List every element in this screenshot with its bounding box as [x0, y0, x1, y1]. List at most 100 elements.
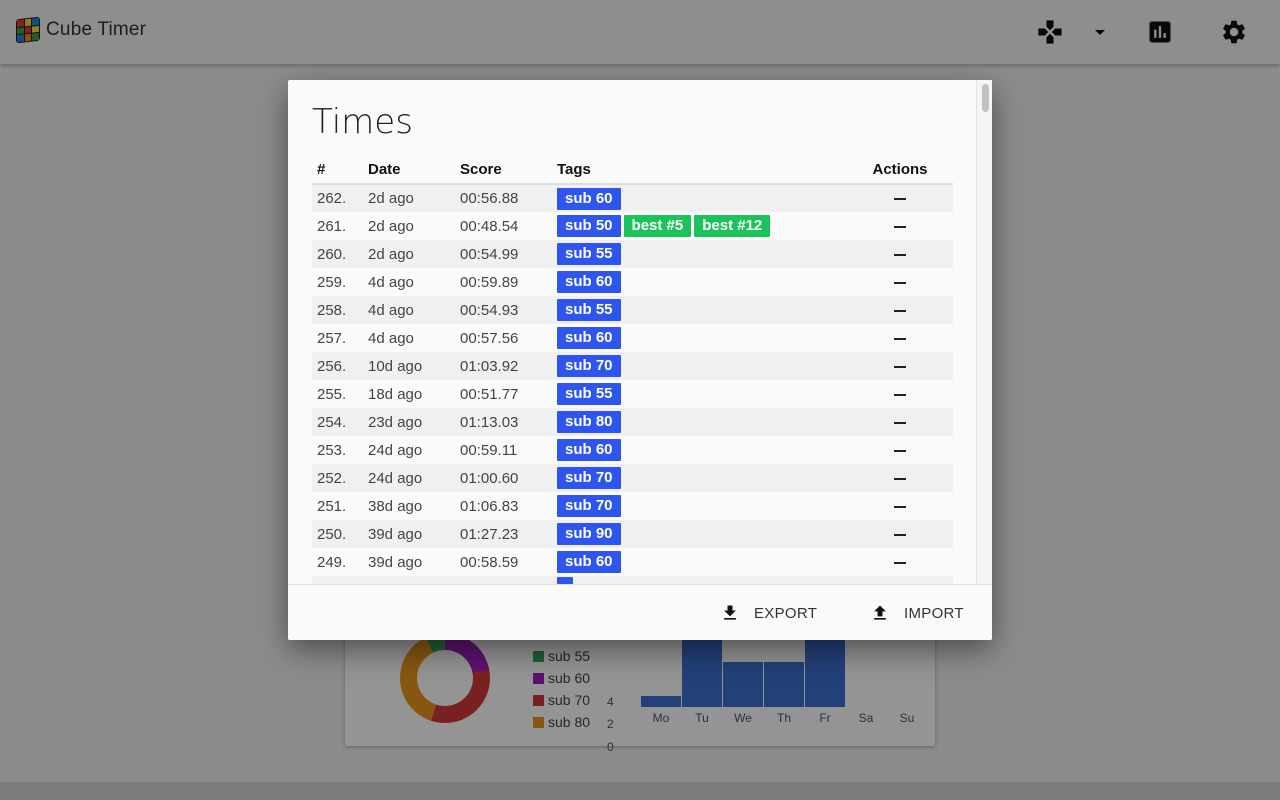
row-date: 10d ago	[368, 352, 460, 380]
table-row: 258. 4d ago 00:54.93 sub 55	[312, 296, 953, 324]
sub-tag-badge: sub 55	[557, 243, 621, 265]
upload-icon	[874, 605, 886, 620]
table-row: 249. 39d ago 00:58.59 sub 60	[312, 548, 953, 576]
row-tags: sub 60	[557, 436, 847, 464]
row-actions	[847, 296, 953, 324]
table-row: 250. 39d ago 01:27.23 sub 90	[312, 520, 953, 548]
row-action-dash[interactable]	[894, 198, 906, 201]
row-date: 23d ago	[368, 408, 460, 436]
row-number	[312, 576, 368, 584]
row-actions	[847, 548, 953, 576]
row-action-dash[interactable]	[894, 561, 906, 564]
row-tags: sub 50 best #5 best #12	[557, 212, 847, 240]
row-tags: sub 70	[557, 464, 847, 492]
times-dialog: Times # Date Score Tags Actions 262. 2d a…	[288, 80, 992, 640]
times-table-wrap[interactable]: # Date Score Tags Actions 262. 2d ago 00:5…	[312, 156, 953, 584]
sub-tag-badge: sub 60	[557, 271, 621, 293]
table-header-row: # Date Score Tags Actions	[312, 156, 953, 185]
row-action-dash[interactable]	[894, 477, 906, 480]
sub-tag-badge: sub 60	[557, 551, 621, 573]
row-number: 262.	[312, 184, 368, 212]
row-number: 249.	[312, 548, 368, 576]
row-score: 01:03.92	[460, 352, 557, 380]
export-button[interactable]: EXPORT	[720, 599, 817, 627]
row-action-dash[interactable]	[894, 393, 906, 396]
row-date	[368, 576, 460, 584]
table-row: 251. 38d ago 01:06.83 sub 70	[312, 492, 953, 520]
dialog-scrollbar[interactable]	[976, 80, 992, 584]
row-action-dash[interactable]	[894, 309, 906, 312]
row-action-dash[interactable]	[894, 281, 906, 284]
table-row: 259. 4d ago 00:59.89 sub 60	[312, 268, 953, 296]
row-actions	[847, 240, 953, 268]
col-header-score: Score	[460, 156, 557, 185]
row-score: 00:48.54	[460, 212, 557, 240]
row-number: 259.	[312, 268, 368, 296]
row-action-dash[interactable]	[894, 449, 906, 452]
row-action-dash[interactable]	[894, 533, 906, 536]
row-tags: sub 55	[557, 380, 847, 408]
row-action-dash[interactable]	[894, 225, 906, 228]
row-number: 256.	[312, 352, 368, 380]
table-row: 255. 18d ago 00:51.77 sub 55	[312, 380, 953, 408]
row-actions	[847, 352, 953, 380]
table-row: 261. 2d ago 00:48.54 sub 50 best #5 best #12	[312, 212, 953, 240]
table-row: 254. 23d ago 01:13.03 sub 80	[312, 408, 953, 436]
row-action-dash[interactable]	[894, 505, 906, 508]
row-actions	[847, 576, 953, 584]
row-tags: sub 70	[557, 352, 847, 380]
sub-tag-badge: sub 50	[557, 215, 621, 237]
row-action-dash[interactable]	[894, 337, 906, 340]
row-number: 251.	[312, 492, 368, 520]
row-actions	[847, 324, 953, 352]
sub-tag-badge: sub 55	[557, 299, 621, 321]
import-button[interactable]: IMPORT	[870, 599, 964, 627]
row-number: 253.	[312, 436, 368, 464]
row-score: 00:59.89	[460, 268, 557, 296]
row-date: 4d ago	[368, 268, 460, 296]
row-score: 01:00.60	[460, 464, 557, 492]
row-number: 254.	[312, 408, 368, 436]
row-date: 39d ago	[368, 520, 460, 548]
bottom-strip	[0, 782, 1280, 800]
import-label: IMPORT	[904, 604, 964, 622]
row-date: 2d ago	[368, 184, 460, 212]
row-actions	[847, 380, 953, 408]
row-score: 01:27.23	[460, 520, 557, 548]
row-number: 260.	[312, 240, 368, 268]
row-number: 258.	[312, 296, 368, 324]
row-actions	[847, 520, 953, 548]
dialog-footer: EXPORT IMPORT	[288, 584, 992, 640]
table-row: 256. 10d ago 01:03.92 sub 70	[312, 352, 953, 380]
scrollbar-thumb[interactable]	[982, 84, 989, 112]
row-tags: sub 70	[557, 492, 847, 520]
sub-tag-badge: sub 70	[557, 495, 621, 517]
row-score: 00:51.77	[460, 380, 557, 408]
sub-tag-badge: sub 60	[557, 327, 621, 349]
row-actions	[847, 184, 953, 212]
table-row: 262. 2d ago 00:56.88 sub 60	[312, 184, 953, 212]
export-label: EXPORT	[754, 604, 818, 622]
col-header-tags: Tags	[557, 156, 847, 185]
table-row: 252. 24d ago 01:00.60 sub 70	[312, 464, 953, 492]
row-date: 2d ago	[368, 212, 460, 240]
row-date: 38d ago	[368, 492, 460, 520]
row-actions	[847, 408, 953, 436]
row-date: 39d ago	[368, 548, 460, 576]
sub-tag-badge: sub 80	[557, 411, 621, 433]
dialog-title: Times	[312, 102, 413, 142]
row-action-dash[interactable]	[894, 365, 906, 368]
sub-tag-badge: sub 70	[557, 467, 621, 489]
row-tags: sub 60	[557, 184, 847, 212]
row-action-dash[interactable]	[894, 253, 906, 256]
row-score: 01:13.03	[460, 408, 557, 436]
row-date: 24d ago	[368, 464, 460, 492]
row-action-dash[interactable]	[894, 421, 906, 424]
table-row: 257. 4d ago 00:57.56 sub 60	[312, 324, 953, 352]
row-score: 00:56.88	[460, 184, 557, 212]
row-actions	[847, 268, 953, 296]
row-actions	[847, 436, 953, 464]
row-actions	[847, 212, 953, 240]
times-table-body: 262. 2d ago 00:56.88 sub 60 261. 2d ago 00:48.…	[312, 184, 953, 584]
sub-tag-badge: sub 60	[557, 187, 621, 210]
